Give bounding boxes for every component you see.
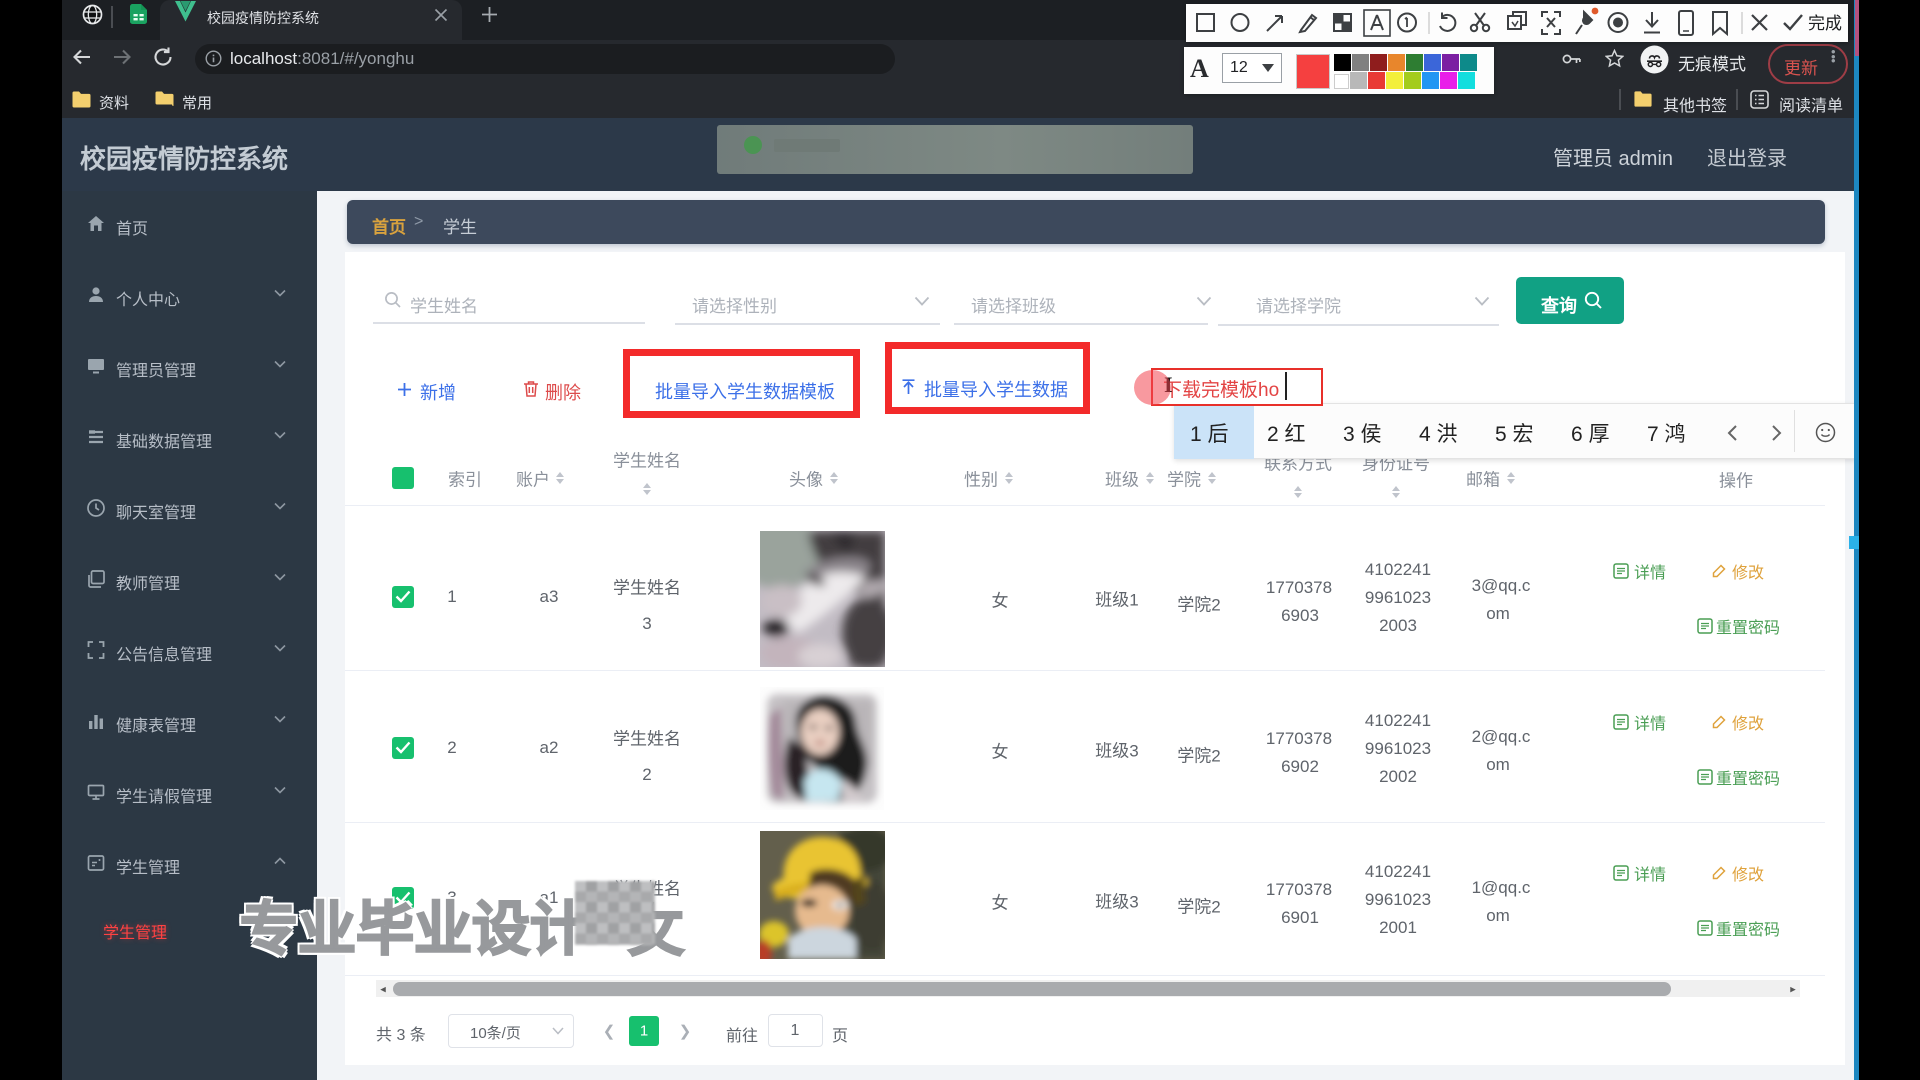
svg-text:完成: 完成 bbox=[1808, 14, 1842, 33]
